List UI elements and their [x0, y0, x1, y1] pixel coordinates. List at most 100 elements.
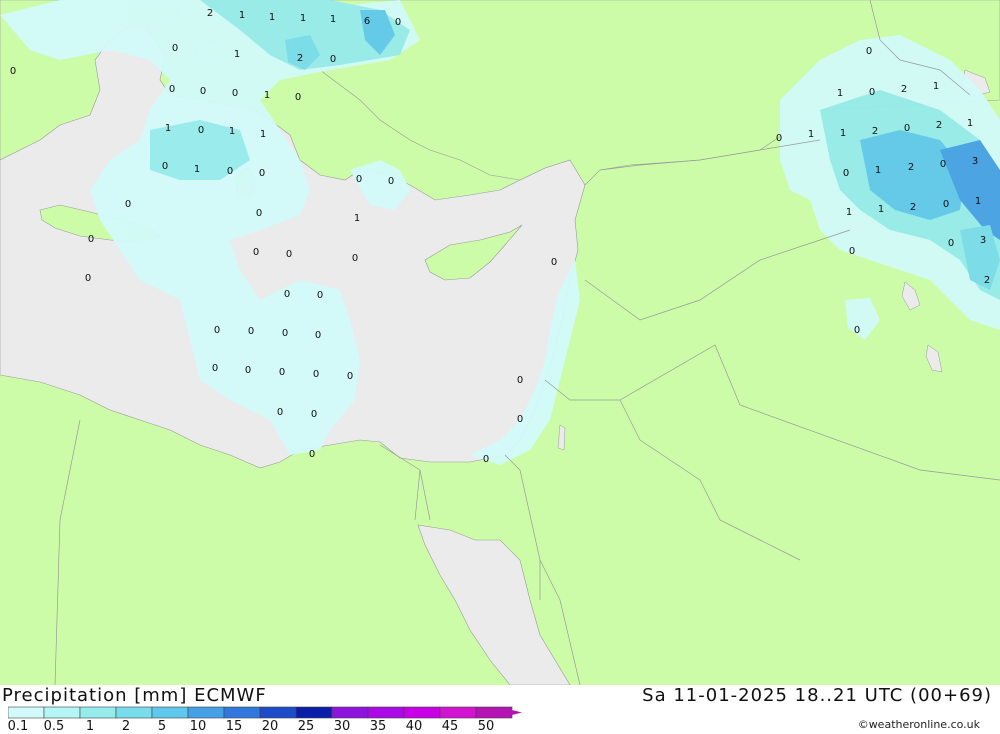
precip-value-label: 1: [840, 128, 846, 139]
precip-value-label: 0: [313, 369, 319, 380]
precip-value-label: 1: [264, 90, 270, 101]
precip-value-label: 2: [908, 162, 914, 173]
precip-value-label: 0: [317, 290, 323, 301]
color-scale-label: 25: [297, 719, 315, 734]
model-label: ECMWF: [194, 685, 267, 706]
color-scale-swatch: [295, 706, 333, 719]
precip-value-label: 0: [10, 66, 16, 77]
precip-value-label: 0: [248, 326, 254, 337]
precip-value-label: 1: [837, 88, 843, 99]
color-scale-label: 0.5: [43, 719, 65, 734]
precip-value-label: 0: [330, 54, 336, 65]
precip-value-label: 0: [200, 86, 206, 97]
precip-value-label: 0: [311, 409, 317, 420]
color-scale-label: 1: [85, 719, 95, 734]
color-scale-swatch: [43, 706, 81, 719]
precip-value-label: 0: [866, 46, 872, 57]
precip-value-label: 6: [364, 16, 370, 27]
color-scale-label: 45: [441, 719, 459, 734]
color-scale-label: 15: [225, 719, 243, 734]
precip-value-label: 0: [162, 161, 168, 172]
precip-value-label: 3: [980, 235, 986, 246]
precip-value-label: 0: [212, 363, 218, 374]
precip-value-label: 2: [984, 275, 990, 286]
color-scale-swatch: [439, 706, 477, 719]
precip-value-label: 1: [933, 81, 939, 92]
precip-value-label: 0: [172, 43, 178, 54]
precip-value-label: 0: [279, 367, 285, 378]
precip-value-label: 0: [286, 249, 292, 260]
color-scale-label: 20: [261, 719, 279, 734]
precip-value-label: 0: [943, 199, 949, 210]
precip-value-label: 0: [198, 125, 204, 136]
precip-value-label: 0: [88, 234, 94, 245]
color-scale-swatch: [403, 706, 441, 719]
color-scale-swatch: [151, 706, 189, 719]
precip-value-label: 1: [875, 165, 881, 176]
precip-value-label: 0: [517, 375, 523, 386]
precip-value-label: 0: [245, 365, 251, 376]
color-scale-swatch: [331, 706, 369, 719]
color-scale-label: 10: [189, 719, 207, 734]
precip-value-label: 0: [776, 133, 782, 144]
precip-value-label: 1: [229, 126, 235, 137]
precip-value-label: 0: [282, 328, 288, 339]
precip-value-label: 0: [483, 454, 489, 465]
precip-value-label: 1: [967, 118, 973, 129]
color-scale-label: 40: [405, 719, 423, 734]
color-scale-swatch: [115, 706, 153, 719]
color-scale-swatch: [223, 706, 261, 719]
product-label: Precipitation [mm]: [2, 685, 188, 706]
valid-time: Sa 11-01-2025 18..21 UTC (00+69): [642, 685, 992, 706]
color-scale-label: 0.1: [7, 719, 29, 734]
precip-value-label: 0: [352, 253, 358, 264]
color-scale-bar: [8, 706, 522, 719]
precip-value-label: 1: [878, 204, 884, 215]
precipitation-map: 2 1 1 1 1 6 0 0 1 2 0 0 0 0 0 1 0 1 0 1 1 0 1 0 0 0 0 0 0 1 0 0 0 0 0 0 0 0 0 0…: [0, 0, 1000, 686]
precip-value-label: 0: [125, 199, 131, 210]
precip-value-label: 0: [85, 273, 91, 284]
precip-value-label: 2: [936, 120, 942, 131]
precip-value-label: 0: [256, 208, 262, 219]
precip-value-label: 3: [972, 156, 978, 167]
color-scale-swatch: [187, 706, 225, 719]
credit-text[interactable]: ©weatheronline.co.uk: [858, 718, 980, 731]
color-scale-swatch: [79, 706, 117, 719]
precip-value-label: 0: [232, 88, 238, 99]
color-scale-label: 5: [157, 719, 167, 734]
precip-value-label: 0: [940, 159, 946, 170]
precip-value-label: 0: [904, 123, 910, 134]
precip-value-label: 1: [194, 164, 200, 175]
precip-value-label: 0: [388, 176, 394, 187]
precip-value-label: 0: [214, 325, 220, 336]
precip-value-label: 0: [169, 84, 175, 95]
precip-value-label: 0: [843, 168, 849, 179]
precip-value-label: 1: [846, 207, 852, 218]
precip-value-label: 0: [253, 247, 259, 258]
precip-value-label: 0: [395, 17, 401, 28]
precip-value-label: 0: [315, 330, 321, 341]
precip-value-label: 0: [356, 174, 362, 185]
precip-value-label: 1: [239, 10, 245, 21]
color-scale-label: 30: [333, 719, 351, 734]
color-scale-swatch: [8, 706, 45, 719]
footer-bar: Precipitation [mm] ECMWF Sa 11-01-2025 1…: [0, 685, 1000, 734]
precip-value-label: 1: [354, 213, 360, 224]
precip-value-label: 2: [910, 202, 916, 213]
precip-value-label: 1: [165, 123, 171, 134]
precip-value-label: 0: [295, 92, 301, 103]
precip-value-label: 0: [854, 325, 860, 336]
color-scale-swatch: [259, 706, 297, 719]
precip-value-label: 1: [975, 196, 981, 207]
precip-value-label: 1: [260, 129, 266, 140]
precip-value-label: 0: [259, 168, 265, 179]
map-svg: 2 1 1 1 1 6 0 0 1 2 0 0 0 0 0 1 0 1 0 1 1 0 1 0 0 0 0 0 0 1 0 0 0 0 0 0 0 0 0 0…: [0, 0, 1000, 686]
precip-value-label: 1: [234, 49, 240, 60]
precip-value-label: 0: [869, 87, 875, 98]
precip-value-label: 0: [551, 257, 557, 268]
precip-value-label: 0: [309, 449, 315, 460]
precip-value-label: 1: [300, 13, 306, 24]
precip-value-label: 2: [207, 8, 213, 19]
color-scale-label: 50: [477, 719, 495, 734]
precip-value-label: 0: [347, 371, 353, 382]
